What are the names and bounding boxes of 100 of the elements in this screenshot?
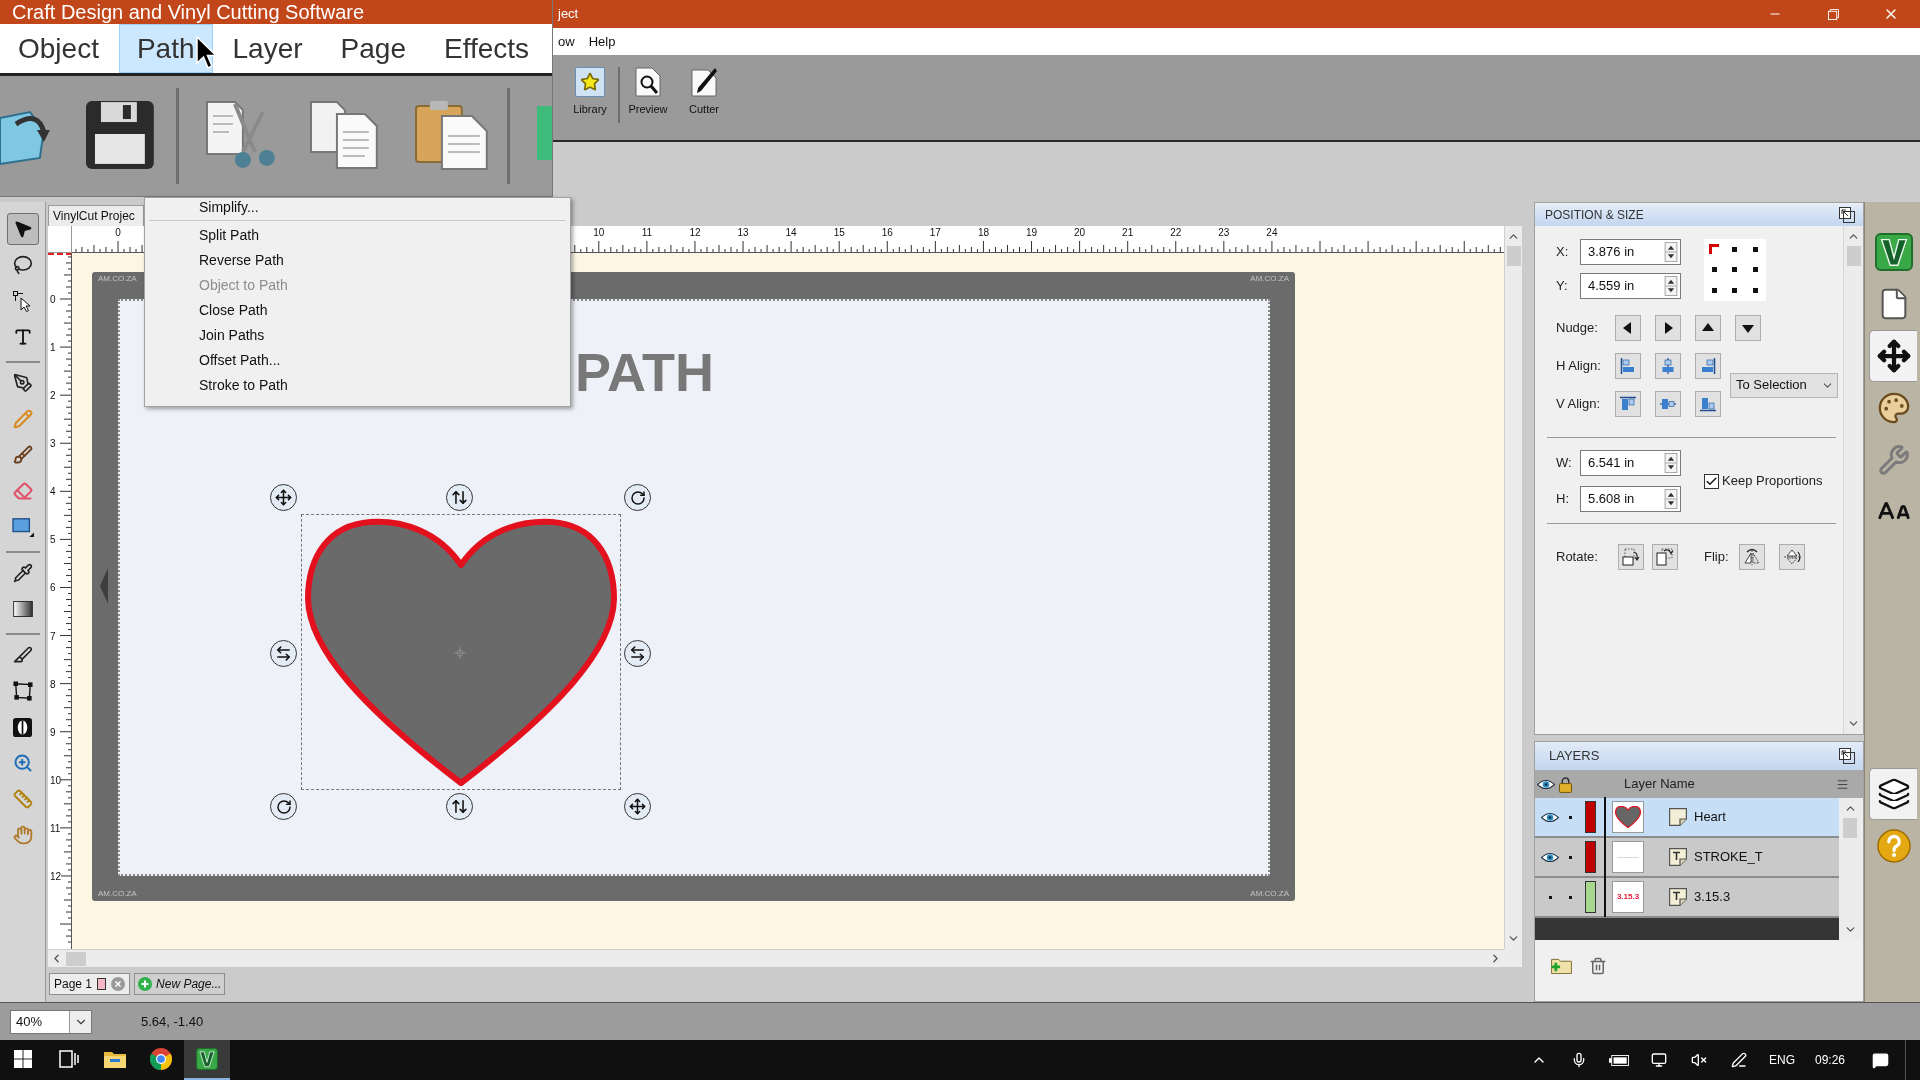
toolbar-button[interactable]: Library: [565, 67, 615, 118]
icon-button[interactable]: [1735, 315, 1761, 341]
number-field[interactable]: 6.541 in: [1580, 450, 1681, 476]
move-handle-icon[interactable]: [270, 484, 297, 511]
scrollbar[interactable]: [48, 949, 1504, 967]
side-tab[interactable]: [1869, 330, 1917, 382]
menu-item[interactable]: Effects: [426, 24, 548, 73]
panel-title: POSITION & SIZE: [1545, 207, 1644, 224]
horizontal-handle-icon[interactable]: [270, 640, 297, 667]
vertical-handle-icon[interactable]: [446, 793, 473, 820]
eye-icon: [1537, 778, 1555, 790]
anchor-grid[interactable]: [1704, 239, 1766, 301]
layer-color-swatch[interactable]: [1585, 881, 1596, 913]
move-handle-icon[interactable]: [624, 793, 651, 820]
layer-row[interactable]: 3.15.3 3.15.3: [1535, 878, 1839, 918]
taskbar-button[interactable]: [184, 1040, 230, 1080]
icon-button[interactable]: [1695, 315, 1721, 341]
horizontal-handle-icon[interactable]: [624, 640, 651, 667]
new-layer-icon[interactable]: [1551, 957, 1572, 974]
ruler-label: 6: [50, 581, 56, 593]
layer-color-swatch[interactable]: [1585, 801, 1596, 833]
icon-button[interactable]: [1652, 544, 1678, 570]
icon-button[interactable]: [1695, 391, 1721, 417]
checkbox[interactable]: [1704, 473, 1719, 489]
copy-pages-icon: [309, 100, 380, 170]
ruler-label: 17: [929, 227, 941, 238]
help-icon: [1876, 829, 1911, 863]
field-label: W:: [1556, 454, 1573, 473]
menu-item[interactable]: Close Path: [145, 298, 570, 323]
triangle-right-icon: [1662, 322, 1674, 334]
toolbar-button[interactable]: Cutter: [679, 67, 729, 118]
column-title: Layer Name: [1624, 775, 1695, 794]
number-field[interactable]: 4.559 in: [1580, 273, 1681, 299]
tool-button[interactable]: [6, 213, 39, 245]
layer-row[interactable]: Heart: [1535, 798, 1839, 838]
menu-item[interactable]: Reverse Path: [145, 248, 570, 273]
icon-button[interactable]: [1615, 353, 1641, 379]
menu-item[interactable]: Stroke to Path: [145, 373, 570, 398]
number-field[interactable]: 3.876 in: [1580, 239, 1681, 265]
ruler-label: 21: [1122, 227, 1134, 238]
ruler-label: 23: [1218, 227, 1230, 238]
scroll-thumb[interactable]: [1843, 818, 1857, 838]
language-indicator[interactable]: ENG: [1759, 1051, 1805, 1069]
field-label: V Align:: [1556, 395, 1602, 414]
checkbox-label: Keep Proportions: [1722, 472, 1823, 491]
rotate-handle-icon[interactable]: [270, 793, 297, 820]
spinner-icon[interactable]: [1664, 489, 1678, 509]
layer-row[interactable]: STROKE_T: [1535, 838, 1839, 878]
icon-button[interactable]: [1695, 353, 1721, 379]
ruler-label: 15: [833, 227, 845, 238]
icon-button[interactable]: [1615, 315, 1641, 341]
icon-button[interactable]: [1615, 391, 1641, 417]
layer-color-swatch[interactable]: [1585, 841, 1596, 873]
menu-item[interactable]: Simplify...: [145, 198, 570, 217]
anchor-corner-icon[interactable]: [1709, 244, 1720, 255]
palette-icon: [1876, 391, 1911, 425]
toolbar-button[interactable]: Preview: [623, 67, 673, 118]
scroll-thumb[interactable]: [1846, 246, 1861, 266]
clock[interactable]: 09:26: [1805, 1051, 1855, 1069]
eye-icon[interactable]: [1541, 851, 1559, 863]
spinner-icon[interactable]: [1664, 453, 1678, 473]
knife-icon: [12, 645, 33, 665]
document-tab[interactable]: VinylCut Projec: [48, 205, 144, 226]
menu-item[interactable]: Join Paths: [145, 323, 570, 348]
list-menu-icon[interactable]: [1836, 777, 1849, 791]
undock-icon[interactable]: [1839, 207, 1855, 223]
close-icon[interactable]: [111, 976, 126, 991]
window-title: ject: [558, 5, 579, 24]
page-tab[interactable]: Page 1: [49, 972, 131, 995]
icon-button[interactable]: [1655, 315, 1681, 341]
menu-item[interactable]: Split Path: [145, 223, 570, 248]
spinner-icon[interactable]: [1664, 242, 1678, 262]
icon-button[interactable]: [1618, 544, 1644, 570]
side-tab[interactable]: [1869, 768, 1917, 820]
align-to-select[interactable]: To Selection: [1730, 372, 1838, 398]
scrollbar[interactable]: [1504, 226, 1522, 949]
scroll-thumb[interactable]: [1506, 246, 1521, 266]
menu-item[interactable]: Page: [322, 24, 424, 73]
spinner-icon[interactable]: [1664, 276, 1678, 296]
new-page-button[interactable]: New Page...: [134, 972, 226, 995]
scrollbar[interactable]: [1839, 798, 1861, 940]
trash-icon[interactable]: [1589, 957, 1607, 975]
scrollbar[interactable]: [1843, 226, 1863, 734]
mat-label: AM.CO.ZA: [98, 889, 137, 899]
menu-item[interactable]: Object: [0, 24, 117, 73]
rotate-handle-icon[interactable]: [624, 484, 651, 511]
menu-item[interactable]: Offset Path...: [145, 348, 570, 373]
zoom-select[interactable]: 40%: [10, 1009, 92, 1034]
undock-icon[interactable]: [1839, 748, 1855, 764]
vertical-handle-icon[interactable]: [446, 484, 473, 511]
menu-item[interactable]: Layer: [214, 24, 321, 73]
icon-button[interactable]: [1779, 544, 1805, 570]
triangle-down-icon: [1742, 322, 1754, 334]
text-tool-icon: [12, 327, 33, 347]
menu-item[interactable]: Help: [585, 31, 619, 52]
ruler-label: 10: [593, 227, 605, 238]
number-field[interactable]: 5.608 in: [1580, 486, 1681, 512]
menu-item[interactable]: ow: [555, 31, 578, 52]
scroll-thumb[interactable]: [66, 951, 86, 966]
eye-icon[interactable]: [1541, 811, 1559, 823]
